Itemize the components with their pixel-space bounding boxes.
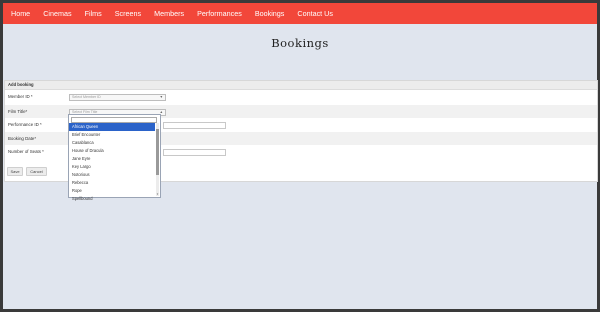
dropdown-option[interactable]: Jane Eyre <box>69 155 155 163</box>
dropdown-option[interactable]: African Queen <box>69 122 155 131</box>
dropdown-option[interactable]: Rebecca <box>69 179 155 187</box>
seats-input[interactable] <box>163 148 226 156</box>
seats-label: Number of Seats * <box>8 149 44 154</box>
performance-input[interactable] <box>163 121 226 129</box>
nav-contact-us[interactable]: Contact Us <box>291 3 340 24</box>
top-navbar: Home Cinemas Films Screens Members Perfo… <box>3 3 597 24</box>
member-select[interactable]: Select Member ID ▼ <box>69 93 166 101</box>
dropdown-scrollbar[interactable] <box>156 122 159 196</box>
page-title: Bookings <box>271 36 329 50</box>
dropdown-option[interactable]: Spellbound <box>69 195 155 203</box>
performance-label: Performance ID * <box>8 122 42 127</box>
member-select-value: Select Member ID <box>72 94 101 99</box>
nav-performances[interactable]: Performances <box>191 3 249 24</box>
cancel-button[interactable]: Cancel <box>26 167 47 176</box>
date-label: Booking Date* <box>8 136 37 141</box>
save-button[interactable]: Save <box>7 167 23 176</box>
nav-home[interactable]: Home <box>3 3 37 24</box>
film-label: Film Title* <box>8 109 28 114</box>
dropdown-option[interactable]: Casablanca <box>69 139 155 147</box>
chevron-down-icon: ▼ <box>159 94 163 99</box>
film-select-value: Select Film Title <box>72 109 98 114</box>
scroll-down-icon[interactable]: ▾ <box>156 193 159 196</box>
panel-header: Add booking <box>5 81 597 90</box>
member-label: Member ID * <box>8 94 33 99</box>
nav-bookings[interactable]: Bookings <box>248 3 291 24</box>
member-row: Member ID * Select Member ID ▼ <box>5 90 597 103</box>
nav-cinemas[interactable]: Cinemas <box>37 3 78 24</box>
dropdown-option[interactable]: Rope <box>69 187 155 195</box>
nav-members[interactable]: Members <box>148 3 191 24</box>
dropdown-option[interactable]: Brief Encounter <box>69 131 155 139</box>
dropdown-option[interactable]: House of Dracula <box>69 147 155 155</box>
scrollbar-thumb[interactable] <box>156 128 159 175</box>
nav-screens[interactable]: Screens <box>108 3 147 24</box>
film-dropdown-list: African Queen Brief Encounter Casablanca… <box>68 114 161 201</box>
nav-films[interactable]: Films <box>78 3 108 24</box>
dropdown-option[interactable]: Key Largo <box>69 163 155 171</box>
dropdown-option[interactable]: Notorious <box>69 171 155 179</box>
dropdown-options: African Queen Brief Encounter Casablanca… <box>69 122 155 203</box>
